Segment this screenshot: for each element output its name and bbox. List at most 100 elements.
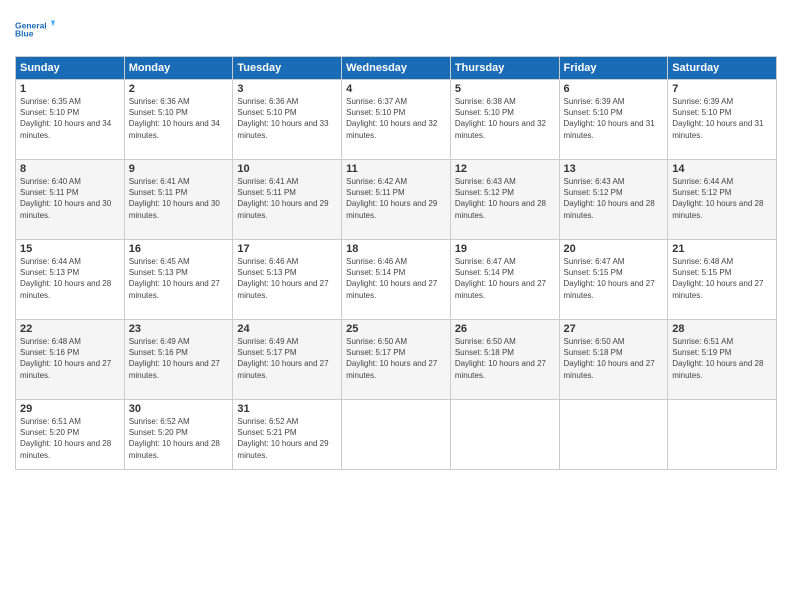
day-info: Sunrise: 6:43 AMSunset: 5:12 PMDaylight:… [455, 176, 555, 221]
calendar-week-3: 15 Sunrise: 6:44 AMSunset: 5:13 PMDaylig… [16, 240, 777, 320]
day-info: Sunrise: 6:51 AMSunset: 5:19 PMDaylight:… [672, 336, 772, 381]
day-number: 3 [237, 83, 337, 95]
day-number: 31 [237, 403, 337, 415]
calendar-cell [559, 400, 668, 470]
calendar-cell: 16 Sunrise: 6:45 AMSunset: 5:13 PMDaylig… [124, 240, 233, 320]
calendar-cell: 1 Sunrise: 6:35 AMSunset: 5:10 PMDayligh… [16, 80, 125, 160]
col-header-friday: Friday [559, 57, 668, 80]
calendar-cell: 17 Sunrise: 6:46 AMSunset: 5:13 PMDaylig… [233, 240, 342, 320]
calendar-cell: 10 Sunrise: 6:41 AMSunset: 5:11 PMDaylig… [233, 160, 342, 240]
day-info: Sunrise: 6:36 AMSunset: 5:10 PMDaylight:… [129, 96, 229, 141]
day-info: Sunrise: 6:41 AMSunset: 5:11 PMDaylight:… [129, 176, 229, 221]
day-info: Sunrise: 6:42 AMSunset: 5:11 PMDaylight:… [346, 176, 446, 221]
calendar-cell: 14 Sunrise: 6:44 AMSunset: 5:12 PMDaylig… [668, 160, 777, 240]
col-header-sunday: Sunday [16, 57, 125, 80]
day-info: Sunrise: 6:47 AMSunset: 5:15 PMDaylight:… [564, 256, 664, 301]
calendar-cell: 21 Sunrise: 6:48 AMSunset: 5:15 PMDaylig… [668, 240, 777, 320]
day-number: 8 [20, 163, 120, 175]
day-number: 22 [20, 323, 120, 335]
day-number: 24 [237, 323, 337, 335]
generalblue-logo: General Blue [15, 10, 55, 48]
calendar-cell: 27 Sunrise: 6:50 AMSunset: 5:18 PMDaylig… [559, 320, 668, 400]
calendar-cell: 2 Sunrise: 6:36 AMSunset: 5:10 PMDayligh… [124, 80, 233, 160]
svg-text:Blue: Blue [15, 29, 34, 39]
day-info: Sunrise: 6:48 AMSunset: 5:15 PMDaylight:… [672, 256, 772, 301]
calendar-cell: 6 Sunrise: 6:39 AMSunset: 5:10 PMDayligh… [559, 80, 668, 160]
day-info: Sunrise: 6:50 AMSunset: 5:18 PMDaylight:… [564, 336, 664, 381]
calendar-cell: 8 Sunrise: 6:40 AMSunset: 5:11 PMDayligh… [16, 160, 125, 240]
logo: General Blue [15, 10, 55, 48]
calendar-cell: 15 Sunrise: 6:44 AMSunset: 5:13 PMDaylig… [16, 240, 125, 320]
calendar-cell: 12 Sunrise: 6:43 AMSunset: 5:12 PMDaylig… [450, 160, 559, 240]
day-info: Sunrise: 6:47 AMSunset: 5:14 PMDaylight:… [455, 256, 555, 301]
day-info: Sunrise: 6:48 AMSunset: 5:16 PMDaylight:… [20, 336, 120, 381]
day-number: 15 [20, 243, 120, 255]
day-number: 1 [20, 83, 120, 95]
calendar-cell [450, 400, 559, 470]
day-info: Sunrise: 6:52 AMSunset: 5:20 PMDaylight:… [129, 416, 229, 461]
day-number: 4 [346, 83, 446, 95]
col-header-tuesday: Tuesday [233, 57, 342, 80]
col-header-wednesday: Wednesday [342, 57, 451, 80]
day-info: Sunrise: 6:46 AMSunset: 5:13 PMDaylight:… [237, 256, 337, 301]
day-info: Sunrise: 6:44 AMSunset: 5:12 PMDaylight:… [672, 176, 772, 221]
calendar-cell: 29 Sunrise: 6:51 AMSunset: 5:20 PMDaylig… [16, 400, 125, 470]
calendar-cell: 9 Sunrise: 6:41 AMSunset: 5:11 PMDayligh… [124, 160, 233, 240]
day-number: 26 [455, 323, 555, 335]
calendar-cell: 26 Sunrise: 6:50 AMSunset: 5:18 PMDaylig… [450, 320, 559, 400]
col-header-saturday: Saturday [668, 57, 777, 80]
calendar-cell: 28 Sunrise: 6:51 AMSunset: 5:19 PMDaylig… [668, 320, 777, 400]
calendar-cell: 5 Sunrise: 6:38 AMSunset: 5:10 PMDayligh… [450, 80, 559, 160]
day-number: 5 [455, 83, 555, 95]
calendar-cell: 7 Sunrise: 6:39 AMSunset: 5:10 PMDayligh… [668, 80, 777, 160]
day-number: 25 [346, 323, 446, 335]
header: General Blue [15, 10, 777, 48]
day-number: 13 [564, 163, 664, 175]
calendar-header-row: SundayMondayTuesdayWednesdayThursdayFrid… [16, 57, 777, 80]
day-info: Sunrise: 6:45 AMSunset: 5:13 PMDaylight:… [129, 256, 229, 301]
day-info: Sunrise: 6:35 AMSunset: 5:10 PMDaylight:… [20, 96, 120, 141]
day-number: 7 [672, 83, 772, 95]
day-number: 20 [564, 243, 664, 255]
day-info: Sunrise: 6:41 AMSunset: 5:11 PMDaylight:… [237, 176, 337, 221]
calendar-week-5: 29 Sunrise: 6:51 AMSunset: 5:20 PMDaylig… [16, 400, 777, 470]
day-info: Sunrise: 6:36 AMSunset: 5:10 PMDaylight:… [237, 96, 337, 141]
day-info: Sunrise: 6:43 AMSunset: 5:12 PMDaylight:… [564, 176, 664, 221]
day-number: 29 [20, 403, 120, 415]
day-info: Sunrise: 6:51 AMSunset: 5:20 PMDaylight:… [20, 416, 120, 461]
day-number: 11 [346, 163, 446, 175]
calendar-cell: 31 Sunrise: 6:52 AMSunset: 5:21 PMDaylig… [233, 400, 342, 470]
day-info: Sunrise: 6:44 AMSunset: 5:13 PMDaylight:… [20, 256, 120, 301]
day-number: 30 [129, 403, 229, 415]
calendar-week-4: 22 Sunrise: 6:48 AMSunset: 5:16 PMDaylig… [16, 320, 777, 400]
calendar-cell: 25 Sunrise: 6:50 AMSunset: 5:17 PMDaylig… [342, 320, 451, 400]
calendar-cell: 3 Sunrise: 6:36 AMSunset: 5:10 PMDayligh… [233, 80, 342, 160]
calendar-cell: 13 Sunrise: 6:43 AMSunset: 5:12 PMDaylig… [559, 160, 668, 240]
col-header-monday: Monday [124, 57, 233, 80]
day-number: 27 [564, 323, 664, 335]
day-info: Sunrise: 6:40 AMSunset: 5:11 PMDaylight:… [20, 176, 120, 221]
day-info: Sunrise: 6:39 AMSunset: 5:10 PMDaylight:… [564, 96, 664, 141]
day-info: Sunrise: 6:50 AMSunset: 5:18 PMDaylight:… [455, 336, 555, 381]
calendar-cell [342, 400, 451, 470]
day-number: 12 [455, 163, 555, 175]
day-number: 28 [672, 323, 772, 335]
day-info: Sunrise: 6:50 AMSunset: 5:17 PMDaylight:… [346, 336, 446, 381]
day-info: Sunrise: 6:49 AMSunset: 5:17 PMDaylight:… [237, 336, 337, 381]
day-number: 23 [129, 323, 229, 335]
page: General Blue SundayMondayTuesdayWednesda… [0, 0, 792, 612]
day-info: Sunrise: 6:49 AMSunset: 5:16 PMDaylight:… [129, 336, 229, 381]
calendar-cell: 18 Sunrise: 6:46 AMSunset: 5:14 PMDaylig… [342, 240, 451, 320]
day-info: Sunrise: 6:46 AMSunset: 5:14 PMDaylight:… [346, 256, 446, 301]
day-number: 19 [455, 243, 555, 255]
day-number: 21 [672, 243, 772, 255]
day-number: 17 [237, 243, 337, 255]
calendar-cell: 22 Sunrise: 6:48 AMSunset: 5:16 PMDaylig… [16, 320, 125, 400]
day-number: 2 [129, 83, 229, 95]
calendar-week-2: 8 Sunrise: 6:40 AMSunset: 5:11 PMDayligh… [16, 160, 777, 240]
calendar-cell: 20 Sunrise: 6:47 AMSunset: 5:15 PMDaylig… [559, 240, 668, 320]
calendar-cell: 11 Sunrise: 6:42 AMSunset: 5:11 PMDaylig… [342, 160, 451, 240]
day-number: 16 [129, 243, 229, 255]
day-number: 14 [672, 163, 772, 175]
day-info: Sunrise: 6:52 AMSunset: 5:21 PMDaylight:… [237, 416, 337, 461]
